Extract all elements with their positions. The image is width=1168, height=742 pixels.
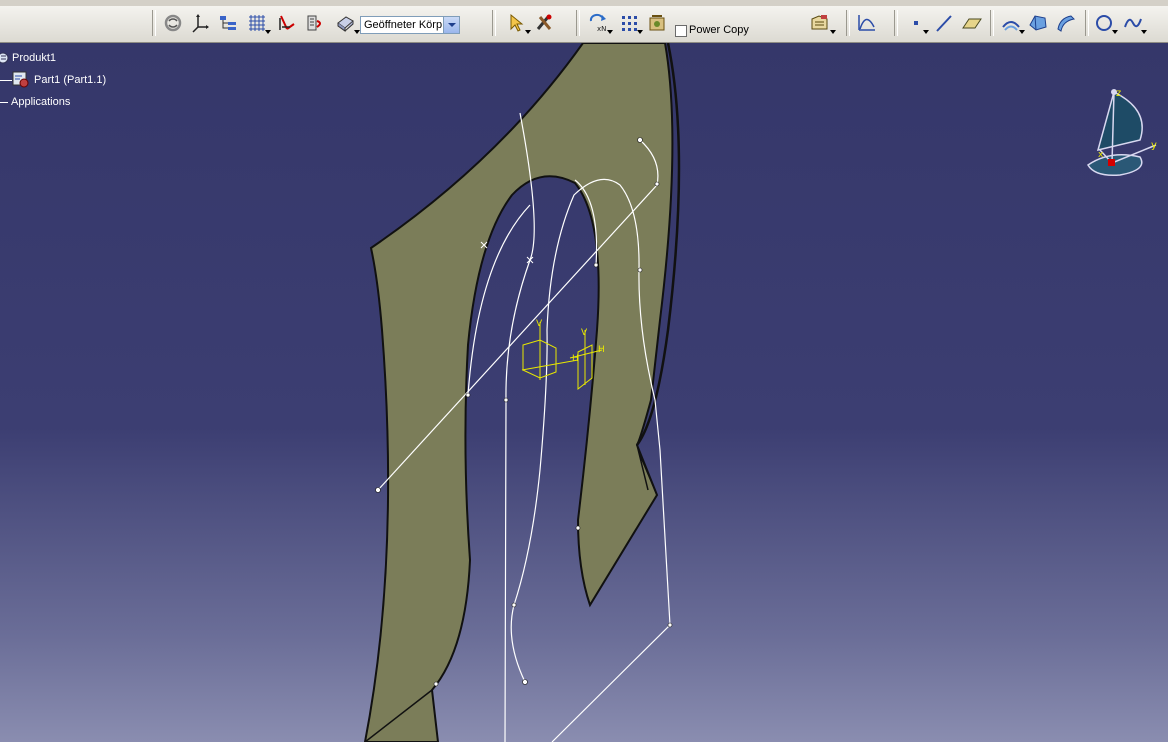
wire-point[interactable] xyxy=(522,679,528,685)
wire-point[interactable] xyxy=(593,262,599,268)
wire-point[interactable] xyxy=(575,525,581,531)
wire-point[interactable] xyxy=(511,602,517,608)
wire-point[interactable] xyxy=(637,267,643,273)
wire-point[interactable] xyxy=(465,392,471,398)
pattern-grid-icon[interactable] xyxy=(617,11,643,35)
sketch-label-v: V xyxy=(536,319,543,329)
insert-object-icon[interactable] xyxy=(806,11,836,35)
tree-label-part: Part1 (Part1.1) xyxy=(34,74,107,86)
chevron-down-icon[interactable] xyxy=(443,17,459,33)
svg-text:xN: xN xyxy=(597,25,606,33)
sketch-label-h: H xyxy=(572,354,579,364)
power-copy-label: Power Copy xyxy=(689,24,749,36)
fill-surface-icon[interactable] xyxy=(1026,11,1050,35)
compass-widget[interactable]: z y x xyxy=(1086,88,1157,177)
blend-surface-icon[interactable] xyxy=(1054,11,1078,35)
part-body-icon[interactable] xyxy=(332,11,360,35)
swap-view-icon[interactable] xyxy=(276,11,298,35)
sweep-surface-icon[interactable] xyxy=(999,11,1025,35)
tree-item-applications[interactable]: Applications xyxy=(0,96,70,108)
sketch-axis[interactable] xyxy=(521,322,579,380)
tree-connector xyxy=(0,79,12,81)
plane-icon[interactable] xyxy=(960,11,984,35)
toolbar-separator xyxy=(152,10,156,36)
sketch-label-h: H xyxy=(598,345,605,355)
axis-system-icon[interactable] xyxy=(189,11,211,35)
body-select[interactable]: Geöffneter Körp xyxy=(360,16,460,34)
tree-layout-icon[interactable] xyxy=(217,11,239,35)
3d-viewport[interactable]: V V H H z y x xyxy=(0,43,1168,742)
tree-item-part[interactable]: Part1 (Part1.1) xyxy=(0,71,106,89)
wire-point[interactable] xyxy=(654,181,660,187)
toolbar-separator xyxy=(990,10,994,36)
toolbar-separator xyxy=(894,10,898,36)
toolbar-separator xyxy=(1085,10,1089,36)
wire-point[interactable] xyxy=(667,622,673,628)
toolbar-separator xyxy=(576,10,580,36)
tree-connector xyxy=(0,101,8,103)
product-icon xyxy=(0,52,9,64)
wire-point[interactable] xyxy=(503,397,509,403)
measure-tools-icon[interactable] xyxy=(533,11,555,35)
wire-point[interactable] xyxy=(637,137,643,143)
update-icon[interactable] xyxy=(162,11,184,35)
power-copy-checkbox[interactable] xyxy=(675,25,687,37)
catalog-icon[interactable] xyxy=(646,11,668,35)
part-surface[interactable] xyxy=(363,43,674,742)
sketch-label-v: V xyxy=(581,328,588,338)
wire-spine-curve[interactable] xyxy=(504,112,535,742)
compass-x-label: x xyxy=(1098,150,1104,160)
tree-item-product[interactable]: Produkt1 xyxy=(0,51,56,65)
wire-point[interactable] xyxy=(375,487,381,493)
tree-label-product: Produkt1 xyxy=(12,52,57,64)
toolbar-separator xyxy=(492,10,496,36)
body-select-value: Geöffneter Körp xyxy=(364,19,443,31)
circle-icon[interactable] xyxy=(1092,11,1118,35)
compass-z-label: z xyxy=(1116,88,1121,99)
wire-point[interactable] xyxy=(433,681,439,687)
geometry-scene[interactable]: V V H H z y x xyxy=(0,43,1168,742)
toolbar-separator xyxy=(846,10,850,36)
repeat-object-icon[interactable]: xN xyxy=(587,11,613,35)
spline-icon[interactable] xyxy=(1121,11,1147,35)
select-arrow-icon[interactable] xyxy=(505,11,531,35)
line-icon[interactable] xyxy=(932,11,956,35)
part-icon xyxy=(12,71,29,88)
cross-marker[interactable] xyxy=(526,256,534,264)
sketch-curve-icon[interactable] xyxy=(855,11,879,35)
grid-icon[interactable] xyxy=(245,11,271,35)
tree-label-applications: Applications xyxy=(11,96,71,108)
point-icon[interactable] xyxy=(905,11,929,35)
main-toolbar: Geöffneter Körp xN Power Copy xyxy=(0,6,1168,43)
reframe-icon[interactable] xyxy=(304,11,326,35)
compass-y-label: y xyxy=(1151,140,1157,151)
specification-tree: Produkt1 Part1 (Part1.1) Applications xyxy=(0,43,200,123)
